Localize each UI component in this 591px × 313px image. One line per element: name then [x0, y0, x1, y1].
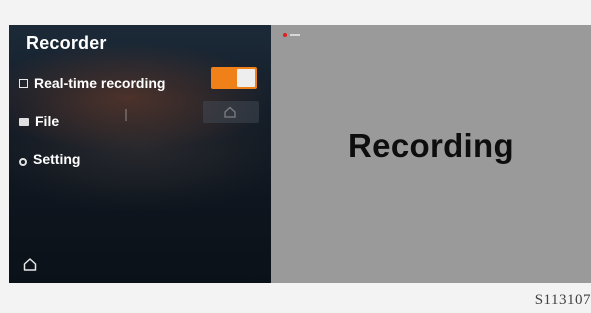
gear-icon [19, 157, 27, 166]
sidebar: Recorder Real-time recording File Settin… [9, 25, 271, 283]
sidebar-item-real-time-recording[interactable]: Real-time recording [19, 75, 165, 91]
record-dot-icon [283, 33, 287, 37]
figure-code: S113107 [534, 292, 591, 308]
sidebar-item-label: File [35, 113, 60, 129]
recording-indicator [283, 33, 300, 37]
main-panel: Recording [271, 25, 591, 283]
home-icon-ghost [203, 101, 259, 123]
square-icon [19, 78, 28, 88]
home-button[interactable] [22, 256, 38, 272]
sidebar-item-setting[interactable]: Setting [19, 151, 80, 167]
app-title: Recorder [26, 33, 107, 53]
toggle-knob [237, 69, 255, 87]
folder-icon [19, 118, 29, 126]
recording-timer [290, 34, 300, 36]
sidebar-item-label: Setting [33, 151, 81, 167]
page: Recorder Real-time recording File Settin… [0, 0, 591, 313]
home-icon [23, 258, 37, 271]
house-icon [224, 106, 236, 118]
recording-status-label: Recording [348, 127, 514, 164]
divider [125, 109, 127, 121]
sidebar-item-file[interactable]: File [19, 113, 59, 129]
sidebar-item-label: Real-time recording [34, 75, 166, 91]
recorder-screen: Recorder Real-time recording File Settin… [9, 25, 591, 283]
real-time-recording-toggle[interactable] [211, 67, 257, 89]
